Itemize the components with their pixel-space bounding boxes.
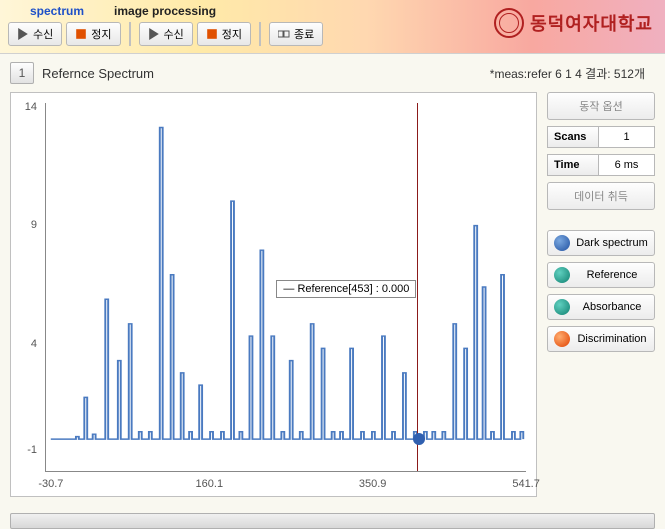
stop-label: 정지 [222, 26, 242, 42]
status-text: *meas:refer 6 1 4 결과: 512개 [490, 65, 655, 82]
cursor-line[interactable] [417, 103, 418, 471]
logo: 동덕여자대학교 [494, 8, 653, 38]
stop-button-2[interactable]: 정지 [197, 22, 251, 46]
exit-icon [278, 28, 290, 40]
receive-button-2[interactable]: 수신 [139, 22, 193, 46]
header: spectrum image processing 수신 정지 수신 정지 종료… [0, 0, 665, 54]
acquire-button[interactable]: 데이터 취득 [547, 182, 655, 210]
y-tick: -1 [27, 444, 37, 456]
main: 14 9 4 -1 — Reference[453] : 0.000 -30.7… [0, 92, 665, 507]
x-tick: 350.9 [359, 478, 387, 490]
x-tick: -30.7 [38, 478, 63, 490]
exit-button[interactable]: 종료 [269, 22, 323, 46]
sidebar: 동작 옵션 Scans 1 Time 6 ms 데이터 취득 Dark spec… [547, 92, 655, 497]
reference-button[interactable]: Reference [547, 262, 655, 288]
title-bar: 1 Refernce Spectrum *meas:refer 6 1 4 결과… [0, 54, 665, 92]
x-tick: 160.1 [196, 478, 224, 490]
receive-label: 수신 [164, 26, 184, 42]
y-tick: 9 [31, 219, 37, 231]
separator [259, 22, 261, 46]
plot-area[interactable]: — Reference[453] : 0.000 [45, 103, 526, 472]
x-axis: -30.7 160.1 350.9 541.7 [41, 476, 536, 496]
chart-area[interactable]: 14 9 4 -1 — Reference[453] : 0.000 -30.7… [10, 92, 537, 497]
absorbance-label: Absorbance [576, 301, 648, 313]
scans-label: Scans [547, 126, 599, 148]
reference-label: Reference [576, 269, 648, 281]
time-label: Time [547, 154, 599, 176]
play-icon [148, 28, 160, 40]
discrimination-button[interactable]: Discrimination [547, 326, 655, 352]
options-button[interactable]: 동작 옵션 [547, 92, 655, 120]
x-tick: 541.7 [512, 478, 540, 490]
play-icon [17, 28, 29, 40]
separator [129, 22, 131, 46]
time-row: Time 6 ms [547, 154, 655, 176]
tooltip-text: Reference[453] : 0.000 [297, 283, 409, 295]
tab-spectrum[interactable]: spectrum [30, 4, 84, 18]
scans-row: Scans 1 [547, 126, 655, 148]
y-axis: 14 9 4 -1 [11, 93, 41, 476]
exit-label: 종료 [294, 26, 314, 42]
discrimination-label: Discrimination [576, 333, 648, 345]
time-value[interactable]: 6 ms [599, 154, 655, 176]
dark-label: Dark spectrum [576, 237, 648, 249]
dot-icon [554, 267, 570, 283]
dot-icon [554, 235, 570, 251]
scans-value[interactable]: 1 [599, 126, 655, 148]
receive-label: 수신 [33, 26, 53, 42]
receive-button-1[interactable]: 수신 [8, 22, 62, 46]
y-tick: 14 [25, 101, 37, 113]
spacer [547, 216, 655, 224]
stop-label: 정지 [91, 26, 111, 42]
y-tick: 4 [31, 338, 37, 350]
title-number: 1 [10, 62, 34, 84]
absorbance-button[interactable]: Absorbance [547, 294, 655, 320]
dark-spectrum-button[interactable]: Dark spectrum [547, 230, 655, 256]
page-title: Refernce Spectrum [42, 66, 154, 81]
tooltip: — Reference[453] : 0.000 [276, 280, 416, 298]
horizontal-scrollbar[interactable] [10, 513, 655, 529]
stop-icon [75, 28, 87, 40]
stop-button-1[interactable]: 정지 [66, 22, 120, 46]
dot-icon [554, 331, 570, 347]
stop-icon [206, 28, 218, 40]
logo-icon [494, 8, 524, 38]
dot-icon [554, 299, 570, 315]
logo-text: 동덕여자대학교 [530, 10, 653, 36]
tab-image-processing[interactable]: image processing [114, 4, 216, 18]
